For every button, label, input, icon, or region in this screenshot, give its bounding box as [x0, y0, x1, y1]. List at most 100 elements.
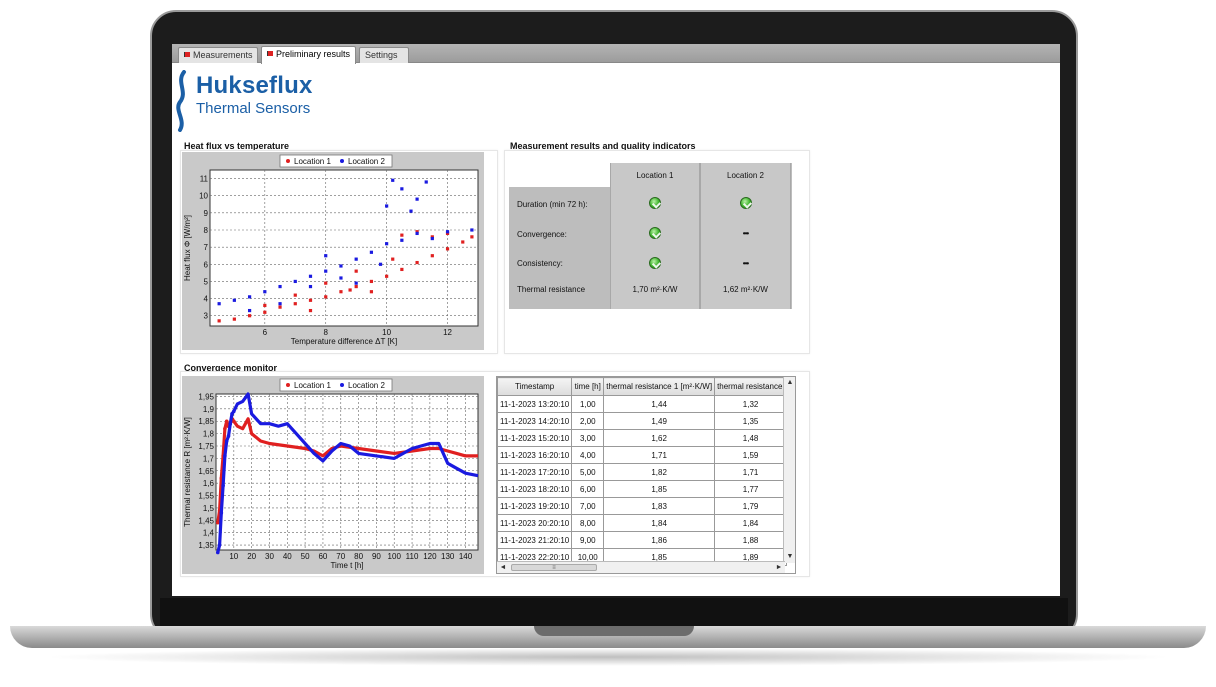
scroll-right-icon[interactable]: ► — [773, 562, 785, 573]
table-cell: 6,00 — [571, 480, 605, 498]
quality-row-label: Convergence: — [517, 230, 567, 239]
data-point-location-2 — [224, 439, 229, 443]
table-row[interactable]: 11-1-2023 21:20:10 9,00 1,86 1,88 — [497, 531, 788, 549]
scroll-up-icon[interactable]: ▲ — [784, 377, 795, 389]
x-tick-label: 120 — [423, 552, 437, 561]
tab-measurements[interactable]: Measurements — [178, 47, 258, 63]
table-cell: 11-1-2023 20:20:10 — [497, 514, 573, 532]
table-cell: 11-1-2023 15:20:10 — [497, 429, 573, 447]
results-data-grid[interactable]: Timestamp time [h] thermal resistance 1 … — [496, 376, 796, 574]
x-tick-label: 130 — [441, 552, 455, 561]
x-tick-label: 60 — [318, 552, 327, 561]
table-cell: 1,59 — [714, 446, 788, 464]
data-point-location-2 — [278, 284, 282, 289]
thermal-resistance-value-2: 1,62 m²·K/W — [723, 285, 768, 294]
data-point-location-1 — [324, 295, 328, 299]
x-axis-label: Temperature difference ΔT [K] — [291, 337, 397, 346]
y-axis-label: Heat flux Φ [W/m²] — [183, 215, 192, 281]
column-header-resistance-2[interactable]: thermal resistance 2 — [714, 377, 788, 396]
table-cell: 1,83 — [603, 497, 716, 515]
data-point-location-1 — [324, 281, 328, 285]
legend-label: Location 2 — [348, 381, 385, 390]
data-point-location-2 — [324, 254, 328, 258]
quality-table-corner — [509, 163, 610, 187]
data-point-location-2 — [278, 302, 282, 306]
data-point-location-1 — [430, 254, 434, 258]
x-tick-label: 6 — [263, 328, 268, 337]
x-tick-label: 8 — [324, 328, 329, 337]
x-tick-label: 70 — [336, 552, 345, 561]
data-point-location-1 — [217, 319, 221, 323]
data-point-location-1 — [445, 247, 450, 251]
y-tick-label: 9 — [204, 209, 209, 218]
table-cell: 8,00 — [571, 514, 605, 532]
column-header-resistance-1[interactable]: thermal resistance 1 [m²·K/W] — [603, 377, 716, 396]
horizontal-scrollbar[interactable]: ◄ ≡ ► — [497, 561, 785, 573]
data-point-location-1 — [339, 290, 343, 294]
data-point-location-2 — [308, 274, 313, 278]
y-tick-label: 6 — [204, 260, 209, 269]
data-point-location-1 — [232, 419, 236, 424]
data-point-location-1 — [400, 267, 404, 272]
table-row[interactable]: 11-1-2023 15:20:10 3,00 1,62 1,48 — [497, 429, 788, 447]
scroll-down-icon[interactable]: ▼ — [784, 551, 795, 563]
data-point-location-1 — [232, 317, 236, 321]
data-point-location-2 — [378, 262, 383, 266]
table-row[interactable]: 11-1-2023 19:20:10 7,00 1,83 1,79 — [497, 497, 788, 515]
logo-title: Hukseflux — [196, 72, 313, 99]
horizontal-scroll-thumb[interactable]: ≡ — [511, 564, 597, 571]
data-point-location-1 — [470, 235, 474, 239]
table-cell: 1,48 — [714, 429, 788, 447]
data-point-location-2 — [339, 276, 343, 280]
quality-column-header: Location 1 — [636, 171, 674, 180]
data-point-location-2 — [217, 302, 221, 306]
data-point-location-2 — [400, 238, 404, 242]
data-point-location-2 — [354, 281, 358, 285]
table-cell: 1,71 — [603, 446, 716, 464]
tab-settings[interactable]: Settings — [359, 47, 409, 63]
column-header-timestamp[interactable]: Timestamp — [497, 377, 573, 396]
quality-row-label: Consistency: — [517, 259, 563, 268]
data-point-location-2 — [385, 204, 389, 208]
tab-label: Settings — [365, 50, 398, 60]
table-row[interactable]: 11-1-2023 14:20:10 2,00 1,49 1,35 — [497, 412, 788, 430]
data-point-location-1 — [223, 426, 227, 431]
table-cell: 2,00 — [571, 412, 605, 430]
plot-area — [209, 169, 479, 327]
x-tick-label: 10 — [382, 328, 391, 337]
column-header-time[interactable]: time [h] — [571, 377, 605, 396]
scroll-left-icon[interactable]: ◄ — [497, 562, 509, 573]
x-tick-label: 140 — [459, 552, 473, 561]
y-tick-label: 1,95 — [198, 392, 214, 401]
table-cell: 1,77 — [714, 480, 788, 498]
consistency-pending-indicator: ••• — [742, 259, 749, 268]
table-cell: 1,79 — [714, 497, 788, 515]
table-row[interactable]: 11-1-2023 18:20:10 6,00 1,85 1,77 — [497, 480, 788, 498]
data-point-location-2 — [445, 230, 450, 234]
y-tick-label: 1,7 — [203, 454, 215, 463]
y-tick-label: 5 — [204, 277, 209, 286]
tab-preliminary-results[interactable]: Preliminary results — [261, 46, 356, 64]
y-tick-label: 1,65 — [198, 467, 214, 476]
quality-row-label: Thermal resistance — [517, 285, 586, 294]
table-cell: 1,35 — [714, 412, 788, 430]
tab-label: Preliminary results — [276, 49, 351, 59]
x-tick-label: 30 — [265, 552, 274, 561]
data-point-location-2 — [223, 454, 227, 458]
vertical-scrollbar[interactable]: ▲ ▼ — [783, 377, 795, 563]
legend-label: Location 1 — [294, 381, 331, 390]
y-tick-label: 1,9 — [203, 405, 215, 414]
data-point-location-2 — [424, 180, 428, 184]
table-row[interactable]: 11-1-2023 16:20:10 4,00 1,71 1,59 — [497, 446, 788, 464]
convergence-chart-svg: 10 20 30 40 50 60 70 80 90 100 110 120 130 140 1,35 1,4… — [183, 378, 479, 570]
table-row[interactable]: 11-1-2023 17:20:10 5,00 1,82 1,71 — [497, 463, 788, 481]
data-point-location-1 — [224, 419, 229, 424]
x-tick-label: 50 — [301, 552, 310, 561]
table-cell: 1,44 — [603, 395, 716, 413]
table-row[interactable]: 11-1-2023 13:20:10 1,00 1,44 1,32 — [497, 395, 788, 413]
data-point-location-1 — [278, 305, 282, 309]
table-row[interactable]: 11-1-2023 20:20:10 8,00 1,84 1,84 — [497, 514, 788, 532]
data-point-location-2 — [470, 228, 474, 232]
data-point-location-1 — [415, 260, 419, 265]
y-tick-label: 1,45 — [198, 516, 214, 525]
